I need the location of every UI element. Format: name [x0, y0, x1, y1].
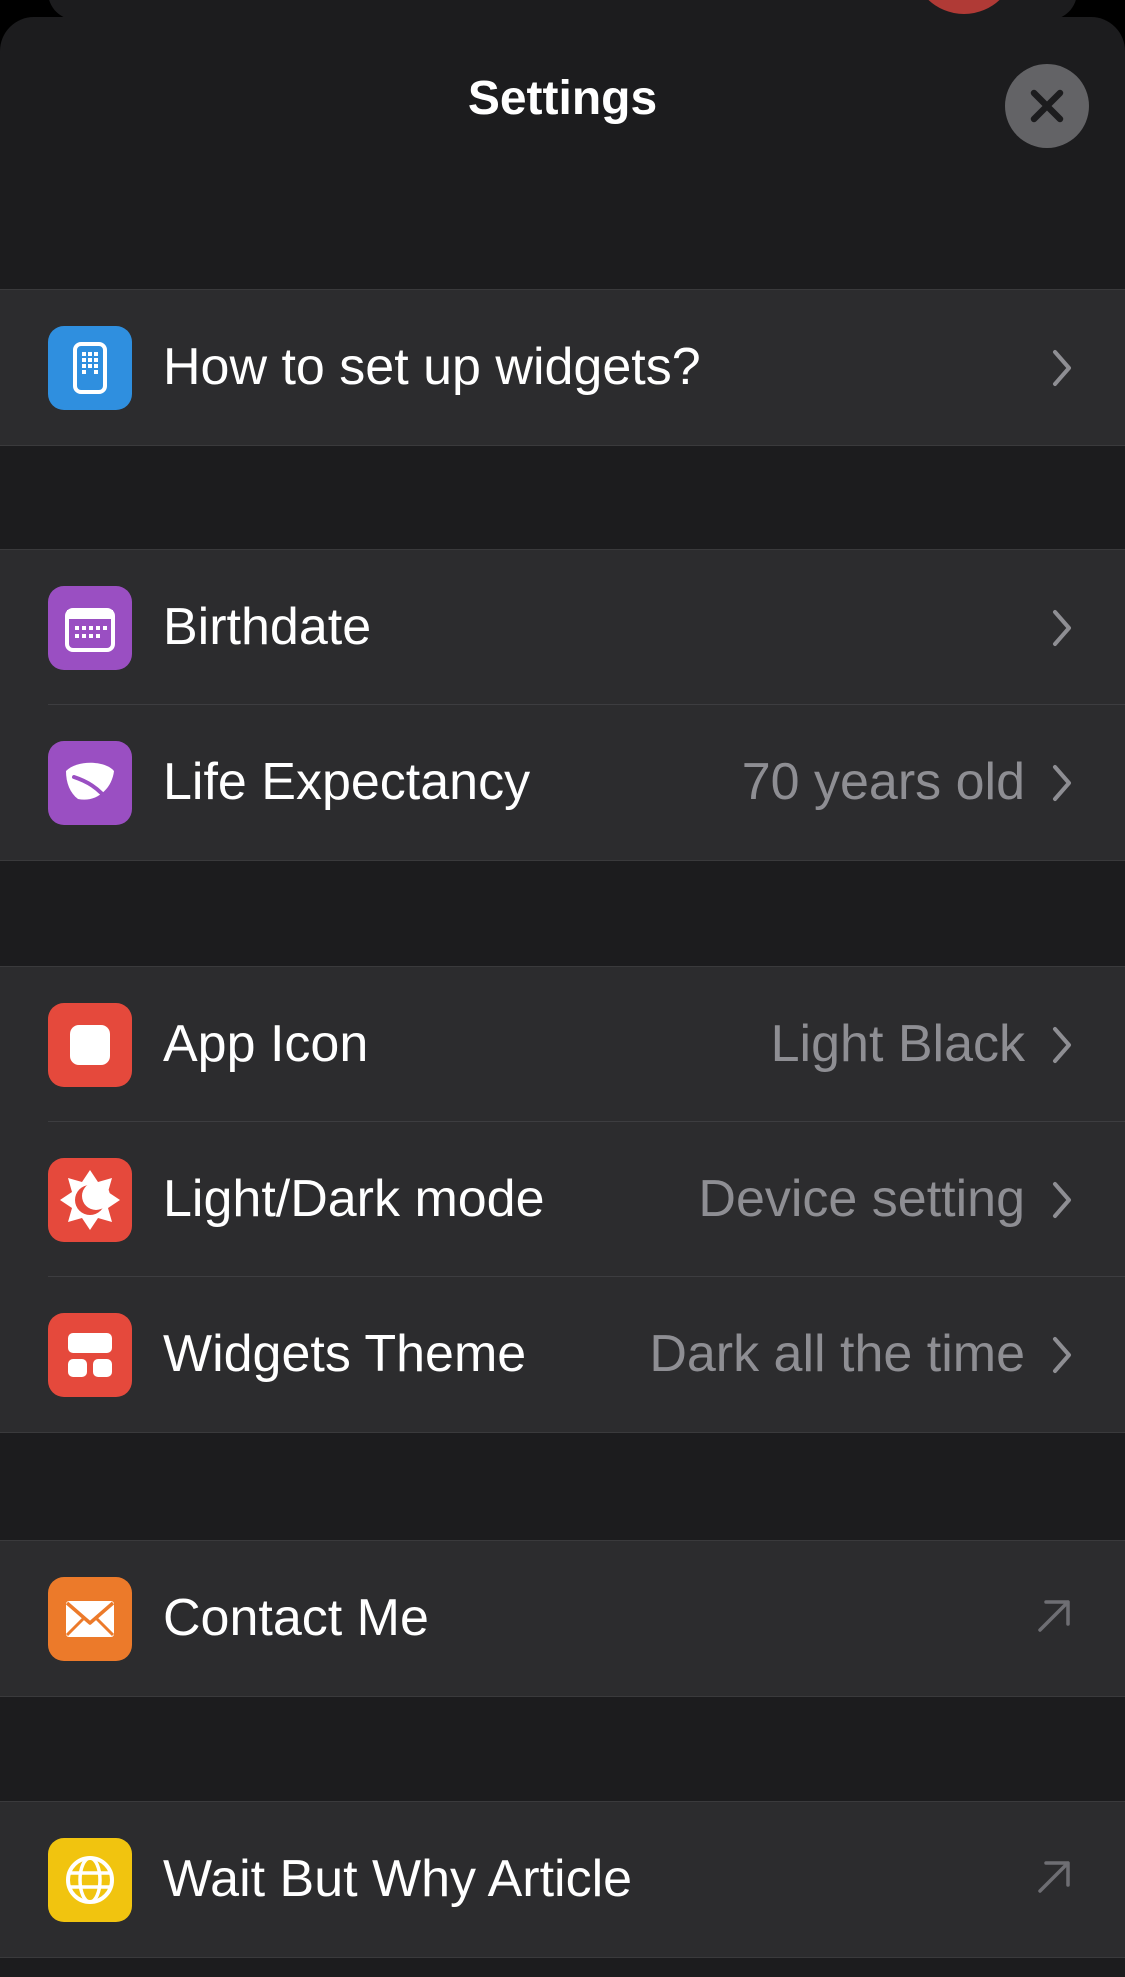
row-app-icon[interactable]: App Icon Light Black: [0, 967, 1125, 1122]
row-label: Contact Me: [163, 1589, 429, 1647]
close-button[interactable]: [1005, 64, 1089, 148]
row-label: Birthdate: [163, 598, 372, 656]
row-contact-me[interactable]: Contact Me: [0, 1541, 1125, 1696]
chevron-right-icon: [1053, 610, 1071, 646]
row-life-expectancy[interactable]: Life Expectancy 70 years old: [0, 705, 1125, 860]
row-value: Dark all the time: [649, 1325, 1025, 1383]
chevron-right-icon: [1053, 1182, 1071, 1218]
settings-sheet: Settings How to set up widgets? Birthdat…: [0, 17, 1125, 1977]
external-link-arrow-icon: [1038, 1861, 1070, 1893]
row-wait-but-why-article[interactable]: Wait But Why Article: [0, 1802, 1125, 1957]
row-birthdate[interactable]: Birthdate: [0, 550, 1125, 705]
envelope-icon: [48, 1577, 132, 1661]
row-label: Life Expectancy: [163, 753, 531, 811]
phone-widget-icon: [48, 326, 132, 410]
row-how-to-set-up-widgets[interactable]: How to set up widgets?: [0, 290, 1125, 445]
row-label: App Icon: [163, 1015, 369, 1073]
chevron-right-icon: [1053, 350, 1071, 386]
section-contact: Contact Me: [0, 1540, 1125, 1697]
page-title: Settings: [467, 72, 658, 125]
row-label: Wait But Why Article: [163, 1850, 633, 1908]
section-help: How to set up widgets?: [0, 289, 1125, 446]
row-value: Device setting: [698, 1170, 1025, 1228]
row-value: Light Black: [770, 1015, 1025, 1073]
chevron-right-icon: [1053, 765, 1071, 801]
close-icon: [1030, 89, 1064, 123]
section-article: Wait But Why Article: [0, 1801, 1125, 1958]
section-appearance: App Icon Light Black Light/Dark mode Dev…: [0, 966, 1125, 1433]
row-widgets-theme[interactable]: Widgets Theme Dark all the time: [0, 1277, 1125, 1432]
calendar-icon: [48, 586, 132, 670]
row-label: Widgets Theme: [163, 1325, 527, 1383]
globe-icon: [48, 1838, 132, 1922]
row-value: 70 years old: [741, 753, 1025, 811]
sun-moon-icon: [48, 1158, 132, 1242]
widget-layout-icon: [48, 1313, 132, 1397]
row-label: Light/Dark mode: [163, 1170, 545, 1228]
leaf-icon: [48, 741, 132, 825]
row-light-dark-mode[interactable]: Light/Dark mode Device setting: [0, 1122, 1125, 1277]
section-personal: Birthdate Life Expectancy 70 years old: [0, 549, 1125, 861]
app-icon-square-icon: [48, 1003, 132, 1087]
chevron-right-icon: [1053, 1027, 1071, 1063]
chevron-right-icon: [1053, 1337, 1071, 1373]
external-link-arrow-icon: [1038, 1600, 1070, 1632]
row-label: How to set up widgets?: [163, 338, 701, 396]
